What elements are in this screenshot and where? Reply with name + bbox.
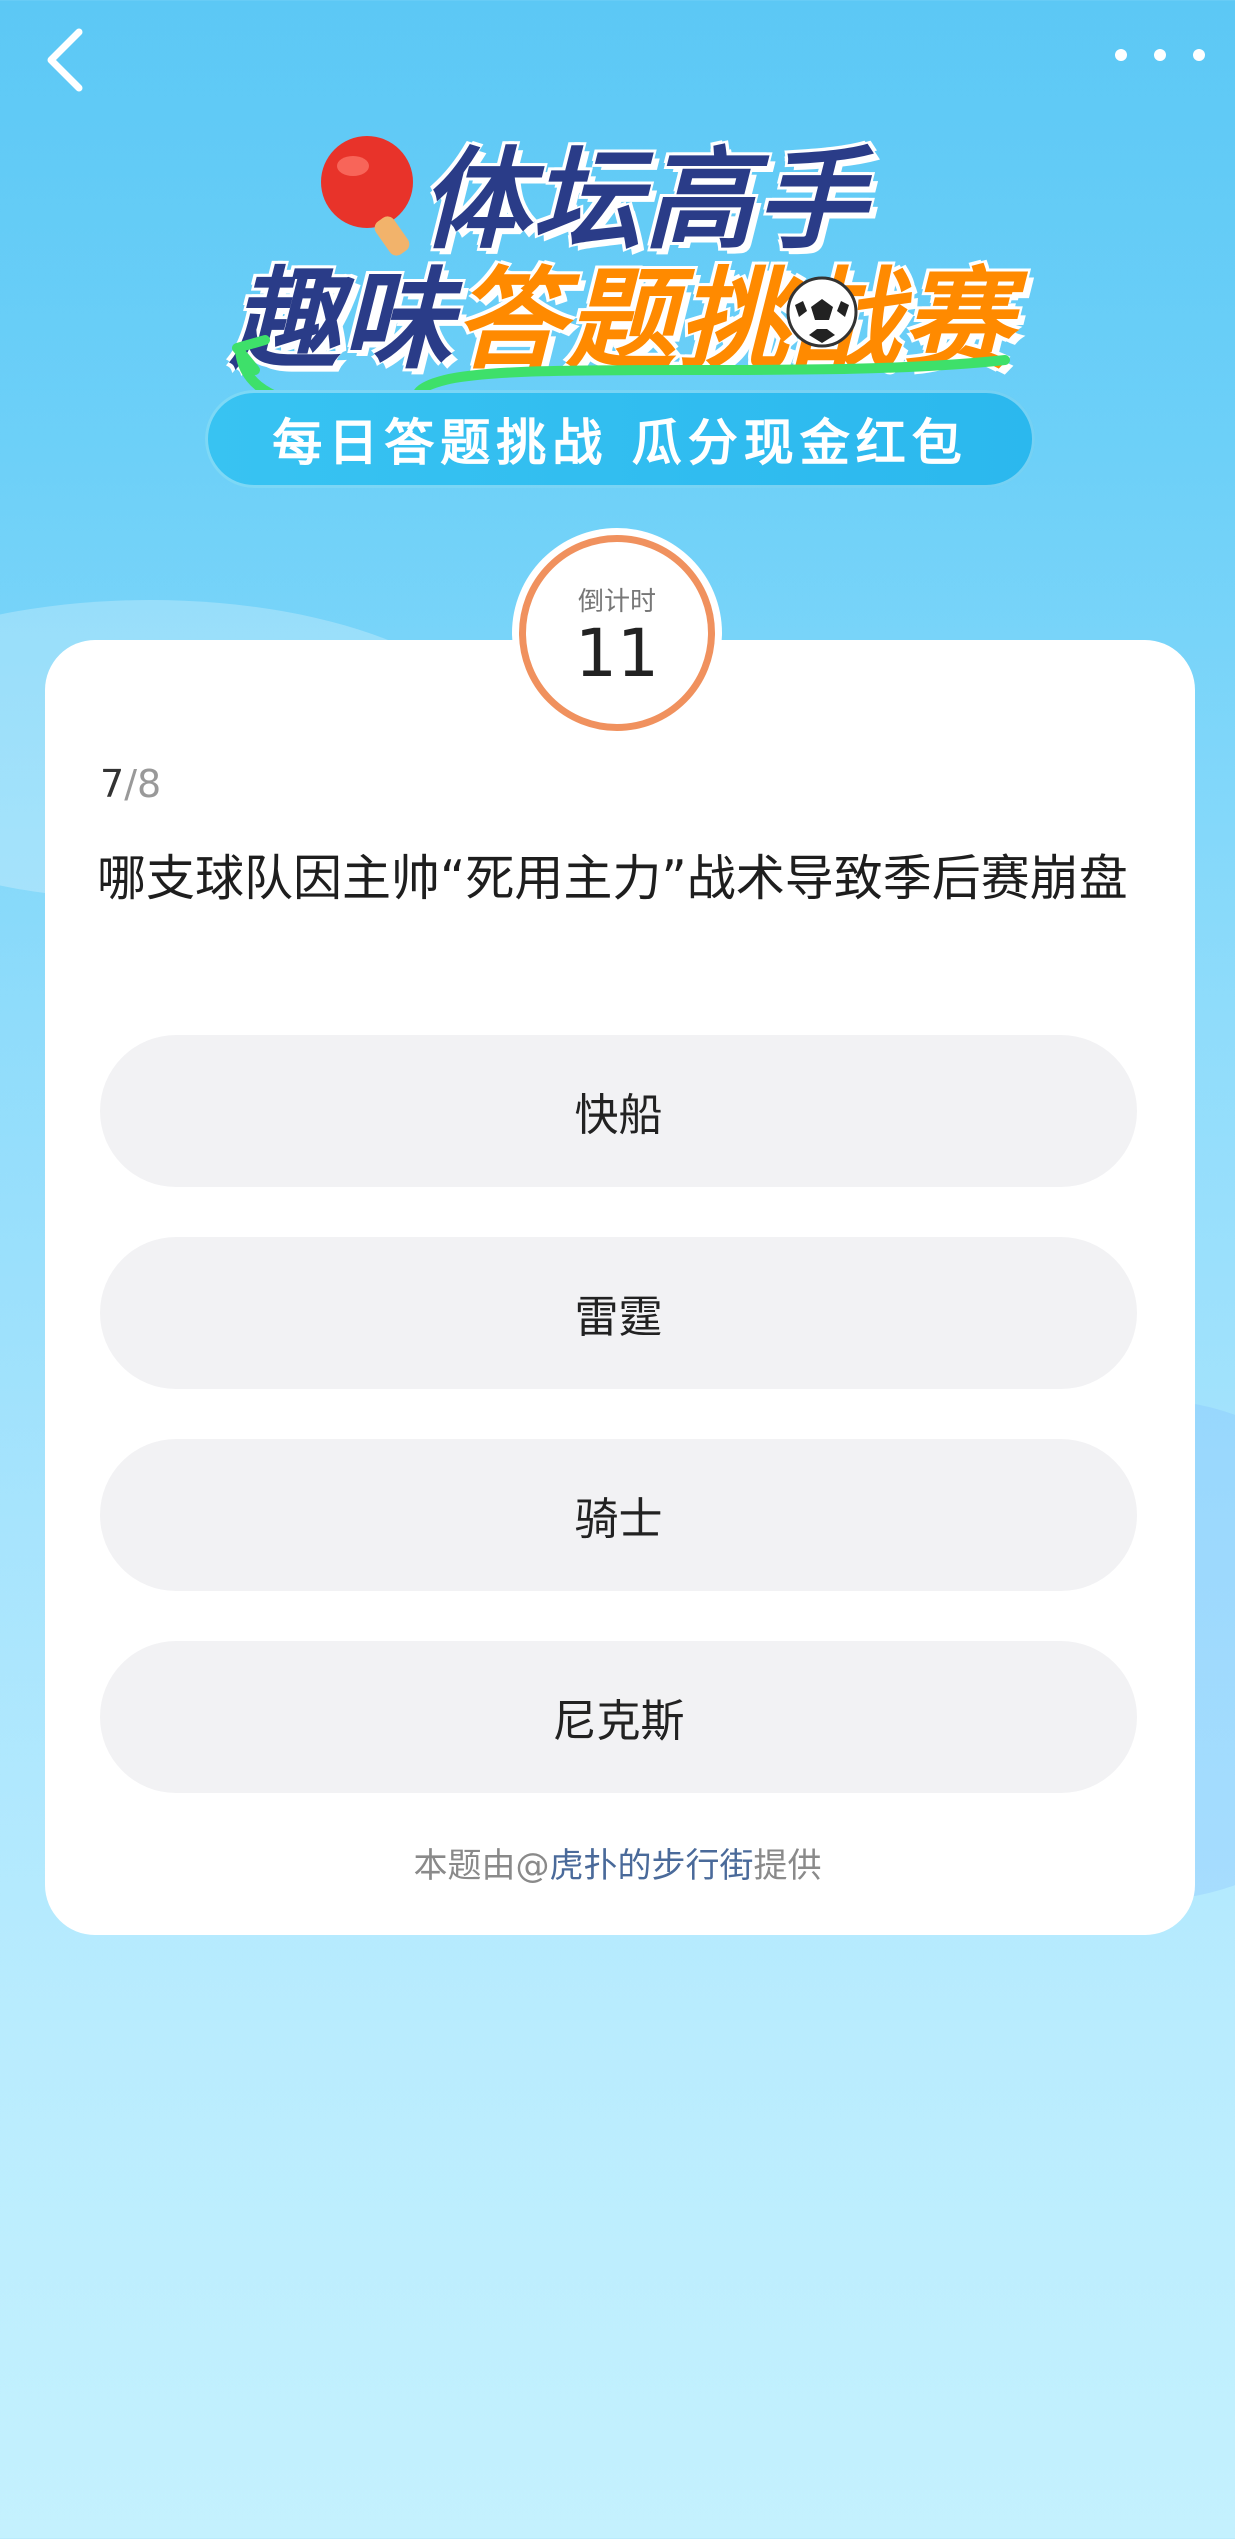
countdown-value: 11 — [575, 614, 659, 692]
credit-author-link[interactable]: 虎扑的步行街 — [550, 1846, 754, 1886]
banner-subtitle: 每日答题挑战 瓜分现金红包 — [272, 414, 968, 472]
chevron-left-icon — [47, 28, 83, 92]
banner-subtitle-pill: 每日答题挑战 瓜分现金红包 — [205, 390, 1035, 488]
countdown-ring: 倒计时 11 — [519, 535, 715, 731]
progress-current: 7 — [100, 762, 125, 806]
more-dot-icon — [1154, 49, 1166, 61]
question-credit: 本题由@虎扑的步行街提供 — [0, 1838, 1235, 1887]
progress-total: 8 — [137, 762, 162, 806]
answer-option[interactable]: 骑士 — [100, 1439, 1137, 1591]
question-progress: 7/8 — [100, 762, 161, 806]
countdown-label: 倒计时 — [577, 586, 656, 617]
more-dot-icon — [1193, 49, 1205, 61]
more-dot-icon — [1115, 49, 1127, 61]
answer-option[interactable]: 雷霆 — [100, 1237, 1137, 1389]
credit-prefix: 本题由@ — [413, 1846, 550, 1886]
more-options-button[interactable] — [1115, 30, 1205, 80]
answer-option[interactable]: 尼克斯 — [100, 1641, 1137, 1793]
answer-option[interactable]: 快船 — [100, 1035, 1137, 1187]
progress-separator: / — [124, 762, 137, 806]
question-text: 哪支球队因主帅“死用主力”战术导致季后赛崩盘 — [97, 850, 1128, 907]
event-banner: 体坛高手 趣味答题挑战赛 每日答题挑战 瓜分现金红包 — [0, 90, 1235, 510]
back-button[interactable] — [30, 20, 100, 100]
countdown-timer: 倒计时 11 — [512, 528, 722, 738]
credit-suffix: 提供 — [753, 1846, 822, 1886]
